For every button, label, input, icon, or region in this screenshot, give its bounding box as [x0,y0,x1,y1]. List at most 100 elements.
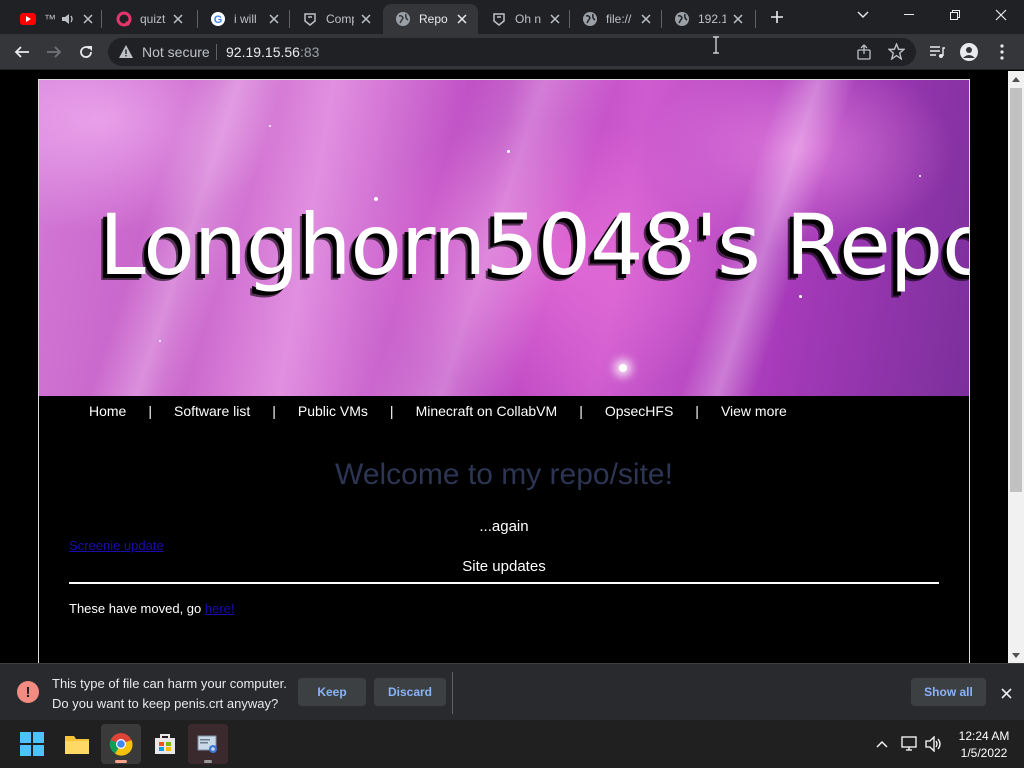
store-button[interactable] [145,724,185,764]
back-button[interactable] [8,38,36,66]
tab-file[interactable]: file:// [570,4,662,34]
windows-logo-icon [20,732,44,756]
tab-comp[interactable]: Comp [290,4,382,34]
globe-icon [395,11,411,27]
welcome-heading: Welcome to my repo/site! [335,458,673,491]
star [619,364,627,372]
media-control-button[interactable] [923,38,951,66]
show-all-button[interactable]: Show all [911,678,986,706]
url-port: :83 [299,44,320,60]
restore-button[interactable] [932,0,978,30]
globe-icon [674,11,690,27]
taskbar: 12:24 AM 1/5/2022 [0,720,1024,768]
close-icon[interactable] [358,11,374,27]
warning-triangle-icon[interactable] [118,44,134,65]
nav-opsechfs[interactable]: OpsecHFS [605,403,673,419]
discard-button[interactable]: Discard [374,678,446,706]
profile-button[interactable] [955,38,983,66]
forward-button[interactable] [40,38,68,66]
address-bar[interactable]: Not secure 92.19.15.56:83 [108,38,916,66]
bookmark-star-icon[interactable] [887,42,906,65]
close-download-bar-button[interactable] [996,683,1016,703]
not-secure-label[interactable]: Not secure [142,44,210,60]
tab-title: Oh n [515,12,542,26]
site-title: Longhorn5048's Repo [99,196,969,294]
minimize-icon [904,14,914,15]
site-container: Longhorn5048's Repo Home | Software list… [38,79,970,663]
moved-notice: These have moved, go here! [69,601,235,616]
nav-view-more[interactable]: View more [721,403,787,419]
file-explorer-button[interactable] [57,724,97,764]
clock-date: 1/5/2022 [960,746,1008,760]
system-clock[interactable]: 12:24 AM 1/5/2022 [950,728,1018,762]
url-text[interactable]: 92.19.15.56:83 [226,44,319,60]
arrow-right-icon [47,46,62,58]
chrome-taskbar-button[interactable] [101,724,141,764]
chevron-down-icon [857,11,869,18]
close-icon[interactable] [547,11,563,27]
address-divider [216,44,217,60]
tab-google[interactable]: G i will [198,4,290,34]
close-icon[interactable] [80,11,96,27]
close-icon[interactable] [454,11,470,27]
certificate-app-button[interactable] [188,724,228,764]
close-window-button[interactable] [978,0,1024,30]
google-icon: G [210,11,226,27]
download-warning-message: This type of file can harm your computer… [52,674,287,714]
restore-icon [950,10,960,20]
youtube-icon [20,11,36,27]
close-icon [1000,687,1012,699]
tab-repo[interactable]: Repo [383,4,478,34]
site-nav: Home | Software list | Public VMs | Mine… [39,396,969,426]
scroll-up-arrow-icon[interactable] [1008,71,1024,87]
tab-ip[interactable]: 192.1 [662,4,754,34]
warning-line-1: This type of file can harm your computer… [52,676,287,691]
tab-strip: ™ quiztе G i will [0,0,1024,34]
network-icon[interactable] [900,734,920,754]
start-button[interactable] [12,724,52,764]
scroll-down-arrow-icon[interactable] [1008,647,1024,663]
moved-text: These have moved, go [69,601,205,616]
store-bag-icon [155,734,175,754]
star [159,340,161,342]
close-icon[interactable] [638,11,654,27]
nav-minecraft-collabvm[interactable]: Minecraft on CollabVM [416,403,558,419]
tab-oh-no[interactable]: Oh n [479,4,571,34]
arrow-left-icon [14,46,29,58]
star [799,295,802,298]
here-link[interactable]: here! [205,601,235,616]
page-viewport: Longhorn5048's Repo Home | Software list… [0,71,1008,663]
tab-youtube[interactable]: ™ [8,4,98,34]
screenie-update-link[interactable]: Screenie update [69,538,164,553]
tab-title: Repo [419,12,448,26]
star [269,125,271,127]
minimize-button[interactable] [886,0,932,30]
reload-button[interactable] [72,38,100,66]
close-icon[interactable] [730,11,746,27]
menu-button[interactable] [988,38,1016,66]
speaker-icon[interactable] [60,11,76,27]
scroll-thumb[interactable] [1010,88,1022,492]
quizlet-icon [116,11,132,27]
media-queue-icon [930,46,945,58]
svg-text:G: G [214,14,223,26]
volume-icon[interactable] [924,734,944,754]
keep-button[interactable]: Keep [298,678,366,706]
tab-search-button[interactable] [840,0,886,30]
header-banner: Longhorn5048's Repo [39,80,969,396]
close-icon[interactable] [170,11,186,27]
nav-home[interactable]: Home [89,403,126,419]
clock-time: 12:24 AM [958,729,1010,743]
kebab-menu-icon [1000,44,1004,60]
page-scrollbar[interactable] [1008,71,1024,663]
tray-overflow-chevron-icon[interactable] [872,734,892,754]
close-icon[interactable] [266,11,282,27]
plus-icon [771,11,783,23]
share-icon[interactable] [856,44,872,65]
chrome-icon [109,733,133,756]
nav-public-vms[interactable]: Public VMs [298,403,368,419]
tab-quizlet[interactable]: quiztе [104,4,194,34]
nav-software-list[interactable]: Software list [174,403,250,419]
new-tab-button[interactable] [766,6,788,28]
star [919,175,921,177]
